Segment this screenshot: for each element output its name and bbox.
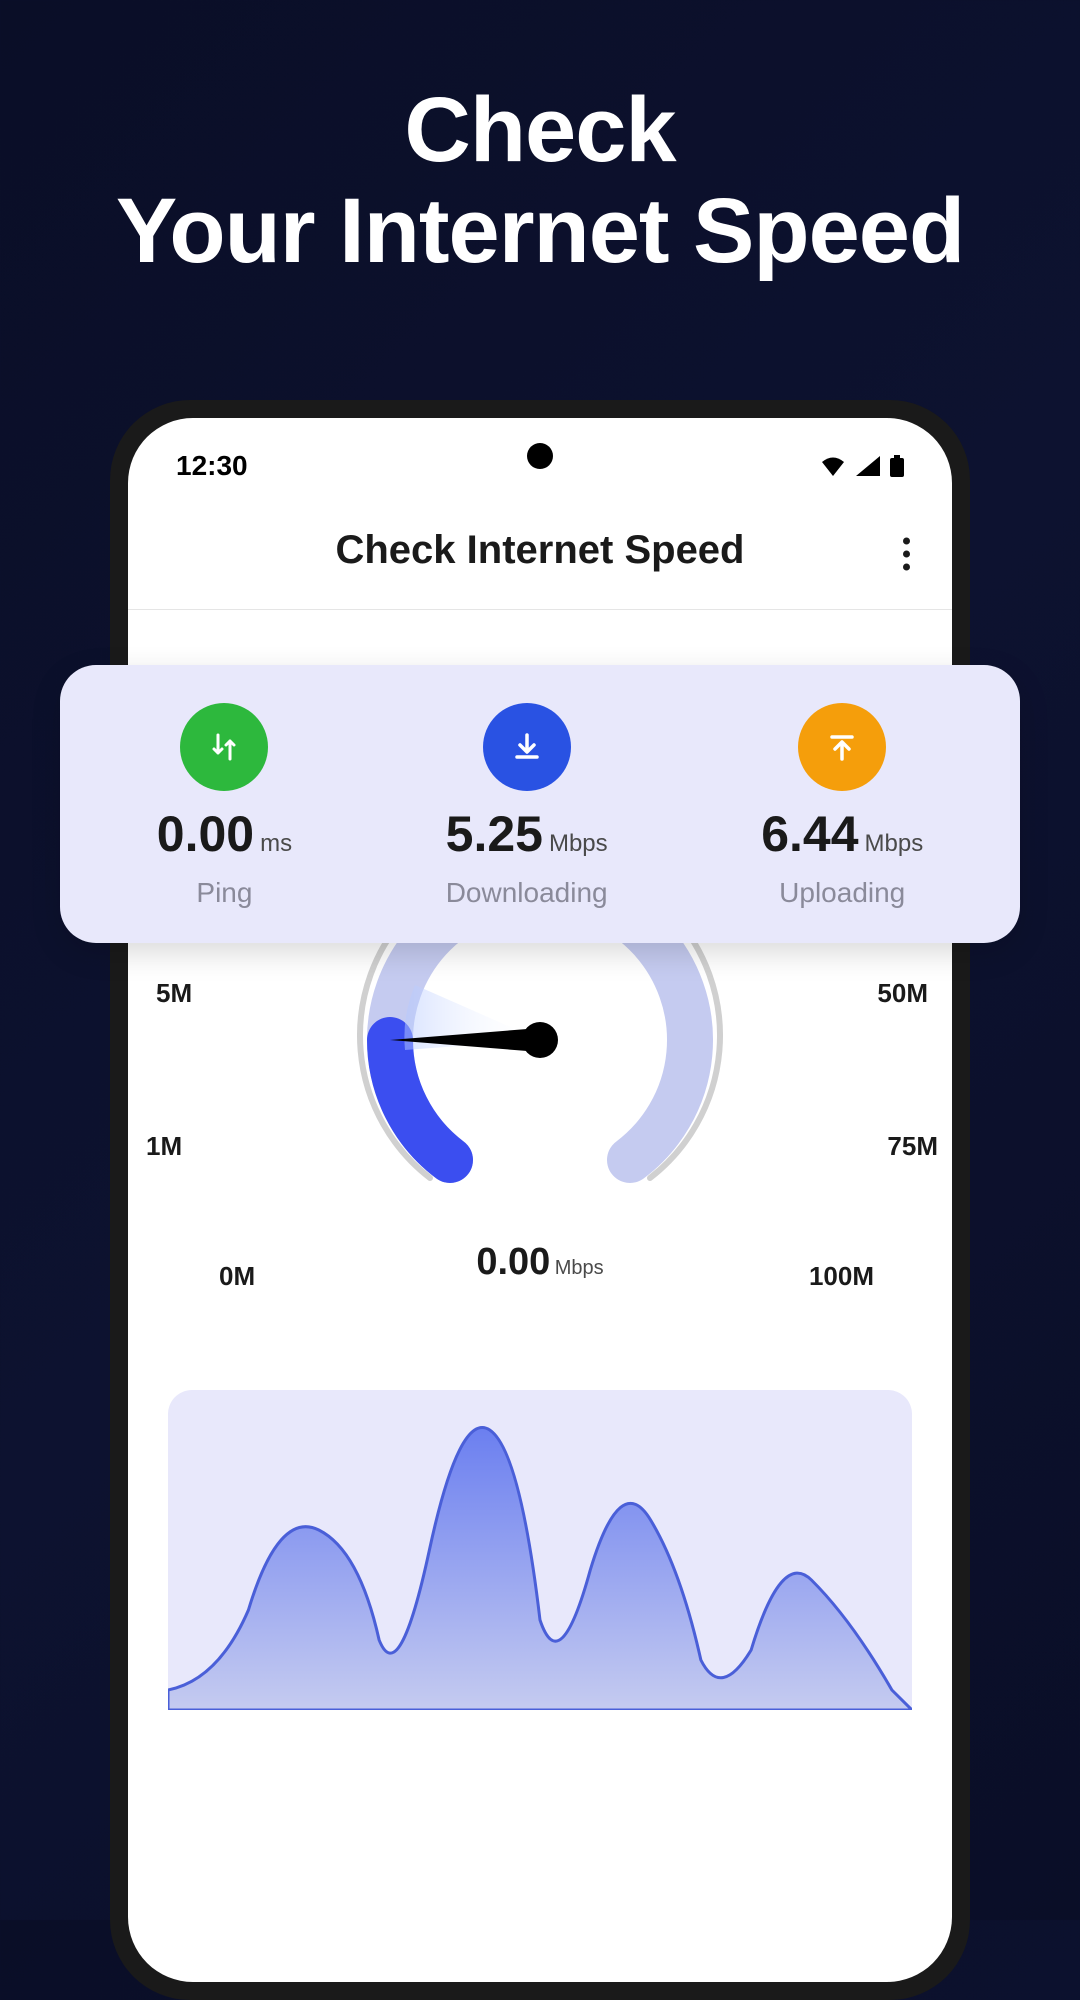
gauge-value: 0.00 Mbps <box>476 1241 603 1284</box>
promo-title: Check Your Internet Speed <box>0 0 1080 282</box>
stat-ping: 0.00 ms Ping <box>157 703 292 909</box>
download-icon <box>483 703 571 791</box>
gauge-tick-75: 75M <box>887 1131 938 1162</box>
stats-card: 0.00 ms Ping 5.25 Mbps Downloading 6.44 … <box>60 665 1020 943</box>
page-title: Check Internet Speed <box>128 528 952 573</box>
speed-history-chart <box>168 1390 912 1710</box>
gauge-value-unit: Mbps <box>555 1257 604 1279</box>
upload-value-row: 6.44 Mbps <box>761 805 923 863</box>
phone-screen: 12:30 Check Internet Speed <box>128 418 952 1982</box>
upload-icon <box>798 703 886 791</box>
status-icons <box>820 455 904 477</box>
download-label: Downloading <box>446 877 608 909</box>
wifi-icon <box>820 456 846 476</box>
ping-value-row: 0.00 ms <box>157 805 292 863</box>
stat-download: 5.25 Mbps Downloading <box>446 703 608 909</box>
camera-notch <box>527 443 553 469</box>
status-time: 12:30 <box>176 450 248 482</box>
gauge-tick-0: 0M <box>219 1261 255 1292</box>
battery-icon <box>890 455 904 477</box>
upload-unit: Mbps <box>865 830 924 858</box>
wave-chart-svg <box>168 1390 912 1710</box>
promo-line-2: Your Internet Speed <box>116 180 964 282</box>
app-header: Check Internet Speed <box>128 498 952 610</box>
gauge-tick-1: 1M <box>146 1131 182 1162</box>
ping-unit: ms <box>260 830 292 858</box>
more-menu-icon <box>903 537 910 544</box>
gauge-value-number: 0.00 <box>476 1241 550 1283</box>
stat-upload: 6.44 Mbps Uploading <box>761 703 923 909</box>
ping-label: Ping <box>196 877 252 909</box>
promo-line-1: Check <box>404 79 675 181</box>
phone-frame: 12:30 Check Internet Speed <box>110 400 970 2000</box>
gauge-tick-50: 50M <box>877 978 928 1009</box>
ping-icon <box>180 703 268 791</box>
download-value-row: 5.25 Mbps <box>446 805 608 863</box>
ping-value: 0.00 <box>157 805 254 863</box>
download-value: 5.25 <box>446 805 543 863</box>
download-unit: Mbps <box>549 830 608 858</box>
signal-icon <box>856 456 880 476</box>
more-menu-button[interactable] <box>903 537 910 570</box>
gauge-tick-100: 100M <box>809 1261 874 1292</box>
upload-value: 6.44 <box>761 805 858 863</box>
gauge-tick-5: 5M <box>156 978 192 1009</box>
upload-label: Uploading <box>779 877 905 909</box>
